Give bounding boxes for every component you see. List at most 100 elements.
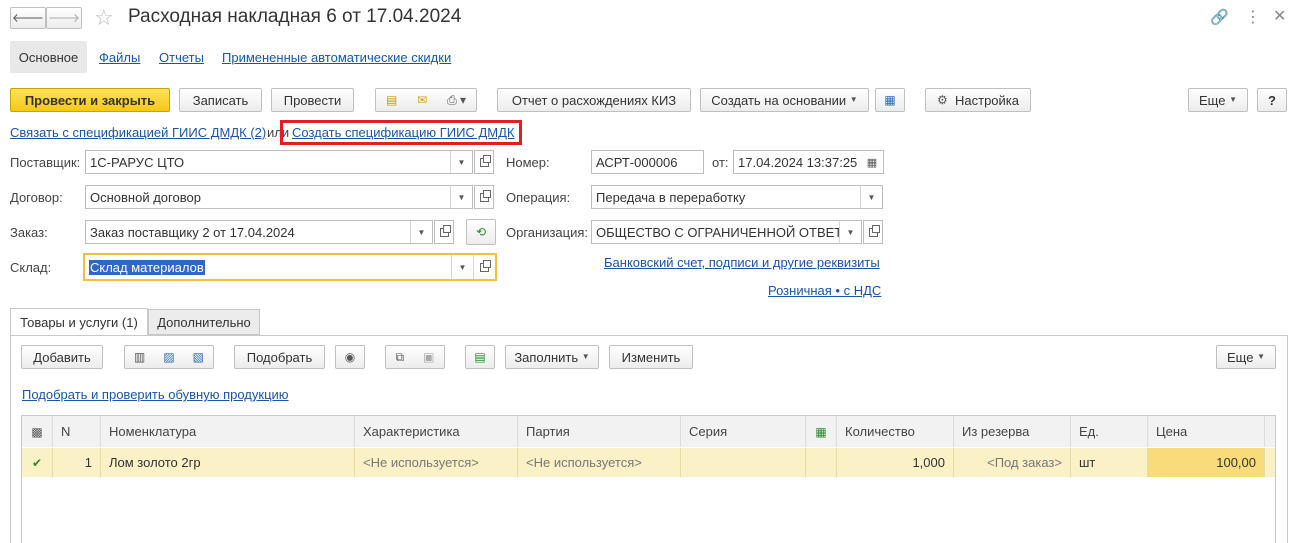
contract-field[interactable]: Основной договор ▼ [85,185,473,209]
tab-additional-label: Дополнительно [157,314,251,330]
column-header-characteristic[interactable]: Характеристика [355,416,518,447]
chevron-down-icon: ▼ [1257,352,1265,361]
column-header-series[interactable]: Серия [681,416,806,447]
column-header-n[interactable]: N [53,416,101,447]
table-cell-price[interactable]: 100,00 [1148,448,1265,477]
column-header-unit[interactable]: Ед. [1071,416,1148,447]
dropdown-icon[interactable]: ▼ [410,221,432,243]
bank-details-link[interactable]: Банковский счет, подписи и другие реквиз… [604,255,880,270]
dropdown-icon[interactable]: ▼ [450,186,472,208]
table-cell-item[interactable]: Лом золото 2гр [101,448,355,477]
more-vertical-icon[interactable]: ⋮ [1245,7,1261,27]
link-create-specification[interactable]: Создать спецификацию ГИИС ДМДК [292,125,514,140]
contract-open-button[interactable] [474,185,494,209]
dropdown-icon[interactable]: ▼ [450,151,472,173]
supplier-field[interactable]: 1С-РАРУС ЦТО ▼ [85,150,473,174]
check-status-icon: ✔ [31,455,43,470]
scanner-check-icon[interactable]: ▧ [193,351,204,363]
order-field[interactable]: Заказ поставщику 2 от 17.04.2024 ▼ [85,220,433,244]
back-button[interactable]: 🡐 [10,7,46,29]
column-header-price[interactable]: Цена [1148,416,1265,447]
kiz-report-button[interactable]: Отчет о расхождениях КИЗ [497,88,691,112]
tab-files[interactable]: Файлы [99,50,140,65]
dropdown-icon[interactable]: ▼ [451,255,473,279]
tab-additional[interactable]: Дополнительно [148,309,260,335]
order-open-button[interactable] [434,220,454,244]
close-icon[interactable]: ✕ [1273,6,1286,26]
operation-value: Передача в переработку [596,189,746,205]
tab-main[interactable]: Основное [10,41,87,73]
table-settings-button[interactable]: ▤ [465,345,495,369]
number-field[interactable]: АСРТ-000006 [591,150,704,174]
table-cell-batch[interactable]: <Не используется> [518,448,681,477]
org-value: ОБЩЕСТВО С ОГРАНИЧЕННОЙ ОТВЕТ [596,224,839,240]
help-button[interactable]: ? [1257,88,1287,112]
envelope-icon[interactable]: ✉ [417,94,427,106]
pick-button[interactable]: Подобрать [234,345,325,369]
column-header-marking[interactable]: ▩ [22,416,53,447]
refresh-document-icon: ⟲ [475,225,487,239]
warehouse-value-selected: Склад материалов [89,259,205,275]
table-cell-n[interactable]: 1 [53,448,101,477]
dropdown-icon[interactable]: ▼ [860,186,882,208]
link-bind-specification[interactable]: Связать с спецификацией ГИИС ДМДК (2) [10,125,266,140]
table-cell-series[interactable] [681,448,806,477]
tab-goods[interactable]: Товары и услуги (1) [10,308,148,336]
add-button[interactable]: Добавить [21,345,103,369]
column-header-batch[interactable]: Партия [518,416,681,447]
open-icon [479,154,491,167]
warehouse-label: Склад: [10,260,52,275]
open-icon[interactable] [473,255,495,279]
excise-stamp-icon: ▦ [815,424,827,439]
create-based-button[interactable]: Создать на основании ▼ [700,88,869,112]
column-header-item[interactable]: Номенклатура [101,416,355,447]
table-row-marking-cell[interactable]: ✔ [22,448,53,477]
settings-button[interactable]: ⚙ Настройка [925,88,1031,112]
copy-icon[interactable]: ⧉ [396,351,405,363]
shoe-products-link[interactable]: Подобрать и проверить обувную продукцию [22,387,289,402]
more-button[interactable]: Еще ▼ [1188,88,1248,112]
column-header-excise[interactable]: ▦ [806,416,837,447]
supplier-open-button[interactable] [474,150,494,174]
link-icon[interactable]: 🔗 [1210,8,1229,26]
price-type-link[interactable]: Розничная • с НДС [768,283,881,298]
org-label: Организация: [506,225,589,240]
barcode-icon[interactable]: ▥ [134,351,145,363]
fill-from-order-button[interactable]: ⟲ [466,219,496,245]
calendar-icon[interactable]: ▦ [861,151,883,173]
printer-icon[interactable]: ⎙ ▾ [447,94,466,106]
tab-goods-label: Товары и услуги (1) [20,315,138,330]
table-cell-characteristic[interactable]: <Не используется> [355,448,518,477]
paste-icon[interactable]: ▣ [423,351,434,363]
page-title: Расходная накладная 6 от 17.04.2024 [128,6,462,27]
post-button[interactable]: Провести [271,88,354,112]
favorite-star-icon[interactable]: ☆ [94,5,114,31]
table-cell-unit[interactable]: шт [1071,448,1148,477]
org-open-button[interactable] [863,220,883,244]
fill-button[interactable]: Заполнить ▼ [505,345,599,369]
operation-field[interactable]: Передача в переработку ▼ [591,185,883,209]
post-and-close-button[interactable]: Провести и закрыть [10,88,170,112]
view-button[interactable]: ◉ [335,345,365,369]
column-header-quantity[interactable]: Количество [837,416,954,447]
table-cell-quantity[interactable]: 1,000 [837,448,954,477]
dropdown-icon[interactable]: ▼ [839,221,861,243]
table-cell-excise[interactable] [806,448,837,477]
document-clock-icon[interactable]: ▤ [386,94,397,106]
tab-reports[interactable]: Отчеты [159,50,204,65]
change-button[interactable]: Изменить [609,345,693,369]
open-icon [868,224,880,237]
table-cell-reserve[interactable]: <Под заказ> [954,448,1071,477]
write-button[interactable]: Записать [179,88,262,112]
tab-discounts[interactable]: Примененные автоматические скидки [222,50,451,65]
org-field[interactable]: ОБЩЕСТВО С ОГРАНИЧЕННОЙ ОТВЕТ ▼ [591,220,862,244]
scanner-icon[interactable]: ▨ [163,351,174,363]
order-label: Заказ: [10,225,48,240]
date-field[interactable]: 17.04.2024 13:37:25 ▦ [733,150,884,174]
chevron-down-icon: ▼ [581,352,590,361]
column-header-reserve[interactable]: Из резерва [954,416,1071,447]
warehouse-field[interactable]: Склад материалов ▼ [83,253,497,281]
structure-button[interactable]: ▦ [875,88,905,112]
table-more-button[interactable]: Еще ▼ [1216,345,1276,369]
forward-button[interactable]: 🡒 [46,7,82,29]
